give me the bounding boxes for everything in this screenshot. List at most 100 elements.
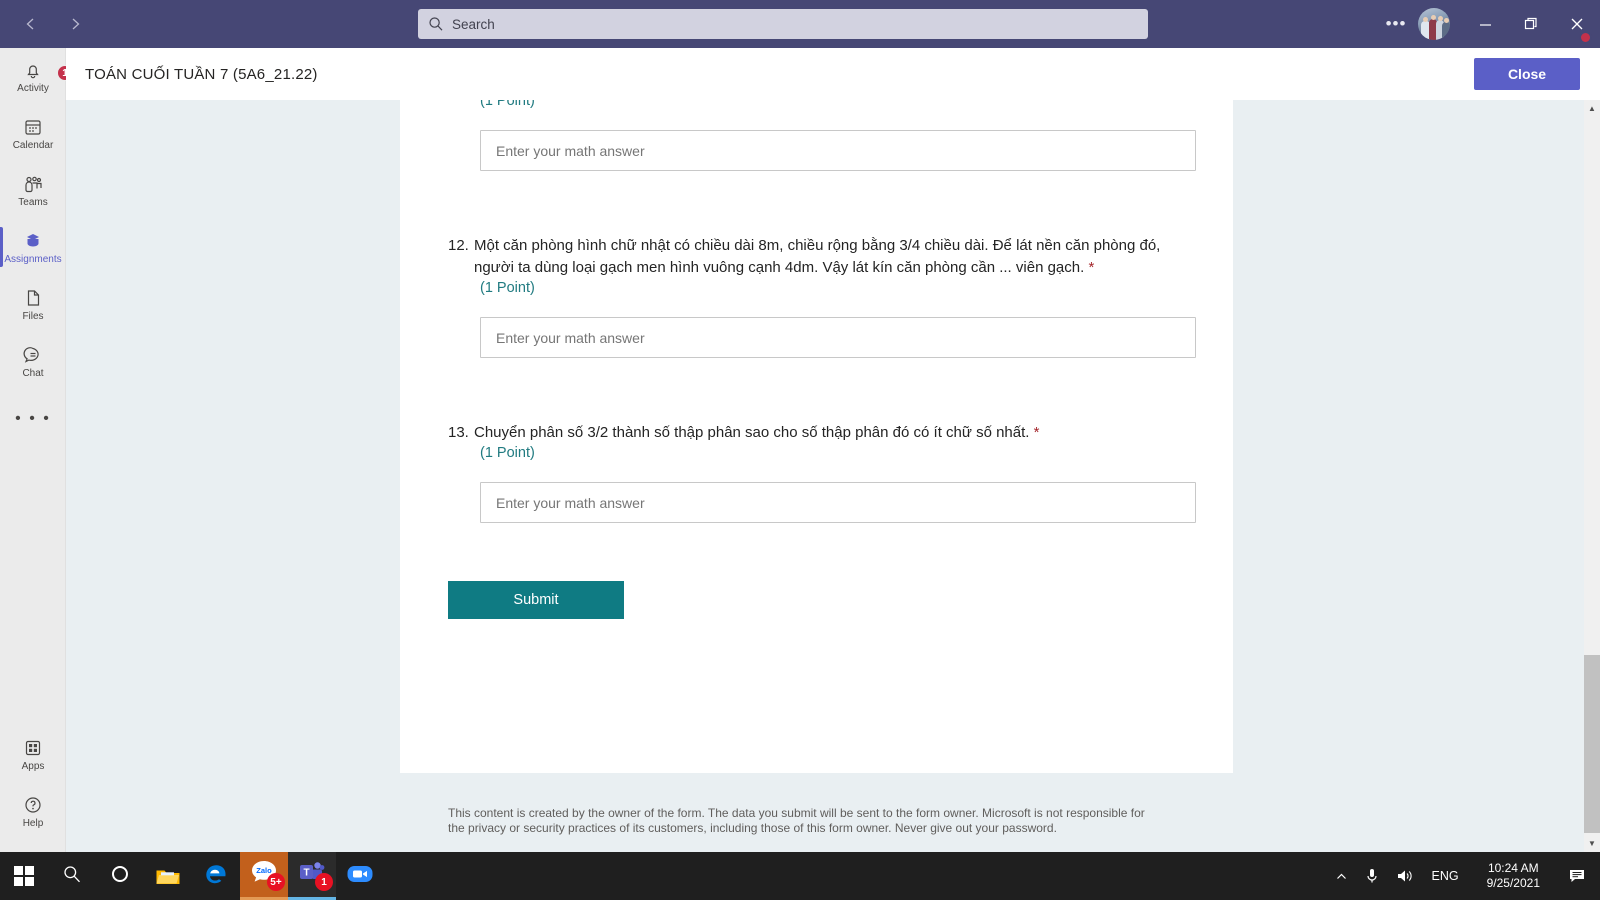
file-icon bbox=[22, 287, 44, 309]
question-item: 13. Chuyển phân số 3/2 thành số thập phâ… bbox=[400, 358, 1233, 523]
search-icon bbox=[428, 16, 444, 32]
volume-icon[interactable] bbox=[1388, 852, 1422, 900]
close-window-button[interactable] bbox=[1554, 0, 1600, 48]
sidebar-item-chat[interactable]: Chat bbox=[0, 333, 66, 390]
close-button[interactable]: Close bbox=[1474, 58, 1580, 90]
scroll-down-arrow-icon[interactable]: ▼ bbox=[1584, 835, 1600, 852]
sidebar-item-apps[interactable]: Apps bbox=[0, 726, 66, 783]
assignment-form-window: TOÁN CUỐI TUẦN 7 (5A6_21.22) Close (1 Po… bbox=[66, 48, 1600, 852]
cortana-button[interactable] bbox=[96, 852, 144, 900]
status-badge bbox=[1579, 31, 1592, 44]
sidebar-item-label: Activity bbox=[17, 83, 49, 94]
sidebar-item-help[interactable]: Help bbox=[0, 783, 66, 840]
svg-text:T: T bbox=[303, 868, 309, 879]
question-text-value: Một căn phòng hình chữ nhật có chiều dài… bbox=[474, 237, 1161, 276]
question-points: (1 Point) bbox=[480, 100, 535, 109]
form-header: TOÁN CUỐI TUẦN 7 (5A6_21.22) Close bbox=[66, 48, 1600, 100]
zalo-button[interactable]: Zalo 5+ bbox=[240, 852, 288, 900]
question-row: 13. Chuyển phân số 3/2 thành số thập phâ… bbox=[448, 422, 1185, 444]
search-input[interactable]: Search bbox=[452, 17, 495, 32]
help-question-icon bbox=[22, 794, 44, 816]
sidebar-item-label: Assignments bbox=[4, 254, 62, 265]
teams-app-window: Search ••• 1 Activity Calendar Teams Ass… bbox=[0, 0, 1600, 900]
zoom-button[interactable] bbox=[336, 852, 384, 900]
avatar[interactable] bbox=[1418, 8, 1450, 40]
bell-icon: 1 bbox=[22, 59, 73, 81]
assignments-icon bbox=[22, 230, 44, 252]
sidebar-item-assignments[interactable]: Assignments bbox=[0, 219, 66, 276]
more-options-icon[interactable]: ••• bbox=[1378, 0, 1414, 48]
submit-button[interactable]: Submit bbox=[448, 581, 624, 619]
form-card: (1 Point) 12. Một căn phòng hình chữ nhậ… bbox=[400, 100, 1233, 773]
answer-input[interactable] bbox=[480, 482, 1196, 523]
back-arrow-icon[interactable] bbox=[18, 11, 44, 37]
search-icon bbox=[62, 864, 82, 889]
calendar-icon bbox=[22, 116, 44, 138]
sidebar-item-files[interactable]: Files bbox=[0, 276, 66, 333]
vertical-scrollbar[interactable]: ▲ ▼ bbox=[1584, 100, 1600, 852]
microphone-icon[interactable] bbox=[1356, 852, 1388, 900]
minimize-button[interactable] bbox=[1462, 0, 1508, 48]
edge-button[interactable] bbox=[192, 852, 240, 900]
question-points: (1 Point) bbox=[480, 445, 535, 461]
answer-input[interactable] bbox=[480, 130, 1196, 171]
question-text: Một căn phòng hình chữ nhật có chiều dài… bbox=[474, 235, 1185, 279]
maximize-button[interactable] bbox=[1508, 0, 1554, 48]
sidebar-item-label: Teams bbox=[18, 197, 48, 208]
sidebar-item-teams[interactable]: Teams bbox=[0, 162, 66, 219]
chat-icon bbox=[22, 344, 44, 366]
question-number: 12. bbox=[448, 237, 469, 254]
sidebar-item-label: Help bbox=[22, 818, 44, 829]
edge-icon bbox=[203, 861, 229, 892]
title-bar: Search ••• bbox=[0, 0, 1600, 48]
clock[interactable]: 10:24 AM 9/25/2021 bbox=[1469, 852, 1558, 900]
form-scroll-area[interactable]: (1 Point) 12. Một căn phòng hình chữ nhậ… bbox=[66, 100, 1600, 852]
scroll-up-arrow-icon[interactable]: ▲ bbox=[1584, 100, 1600, 117]
start-button[interactable] bbox=[0, 852, 48, 900]
titlebar-right-controls: ••• bbox=[1378, 0, 1600, 48]
svg-text:Zalo: Zalo bbox=[256, 866, 272, 875]
file-explorer-button[interactable] bbox=[144, 852, 192, 900]
zoom-camera-icon bbox=[346, 862, 374, 891]
question-item: 12. Một căn phòng hình chữ nhật có chiều… bbox=[400, 171, 1233, 358]
clock-time: 10:24 AM bbox=[1487, 861, 1539, 875]
cortana-circle-icon bbox=[110, 864, 130, 889]
windows-logo-icon bbox=[14, 866, 34, 886]
sidebar-item-label: Chat bbox=[22, 368, 44, 379]
taskbar-search-button[interactable] bbox=[48, 852, 96, 900]
sidebar-item-label: Apps bbox=[21, 761, 45, 772]
sidebar-item-label: Files bbox=[22, 311, 44, 322]
sidebar-item-activity[interactable]: 1 Activity bbox=[0, 48, 73, 105]
form-footer: This content is created by the owner of … bbox=[400, 773, 1233, 852]
action-center-icon[interactable] bbox=[1558, 852, 1600, 900]
apps-grid-icon bbox=[22, 737, 44, 759]
sidebar-more-button[interactable]: • • • bbox=[0, 390, 66, 447]
required-marker: * bbox=[1088, 259, 1095, 276]
app-rail: 1 Activity Calendar Teams Assignments Fi… bbox=[0, 48, 73, 852]
teams-badge: 1 bbox=[315, 873, 333, 891]
sidebar-item-label: Calendar bbox=[12, 140, 54, 151]
question-points: (1 Point) bbox=[480, 280, 535, 296]
teams-button[interactable]: T 1 bbox=[288, 852, 336, 900]
question-row: 12. Một căn phòng hình chữ nhật có chiều… bbox=[448, 235, 1185, 279]
question-number: 13. bbox=[448, 424, 469, 441]
more-apps-icon: • • • bbox=[15, 409, 51, 427]
question-text-value: Chuyển phân số 3/2 thành số thập phân sa… bbox=[474, 424, 1030, 441]
teams-icon bbox=[22, 173, 44, 195]
folder-icon bbox=[155, 866, 181, 886]
required-marker: * bbox=[1033, 424, 1040, 441]
question-text: Chuyển phân số 3/2 thành số thập phân sa… bbox=[474, 422, 1185, 444]
forward-arrow-icon[interactable] bbox=[62, 11, 88, 37]
answer-input[interactable] bbox=[480, 317, 1196, 358]
scrollbar-thumb[interactable] bbox=[1584, 655, 1600, 833]
navigation-arrows bbox=[18, 11, 88, 37]
system-tray: ENG 10:24 AM 9/25/2021 bbox=[1327, 852, 1600, 900]
search-bar[interactable]: Search bbox=[418, 9, 1148, 39]
rail-bottom-group: Apps Help bbox=[0, 726, 66, 840]
show-hidden-icons-button[interactable] bbox=[1327, 852, 1356, 900]
language-indicator[interactable]: ENG bbox=[1422, 852, 1469, 900]
windows-taskbar: Zalo 5+ T 1 ENG 10:24 AM 9/25/2021 bbox=[0, 852, 1600, 900]
sidebar-item-calendar[interactable]: Calendar bbox=[0, 105, 66, 162]
zalo-badge: 5+ bbox=[267, 873, 285, 891]
page-title: TOÁN CUỐI TUẦN 7 (5A6_21.22) bbox=[85, 65, 318, 83]
